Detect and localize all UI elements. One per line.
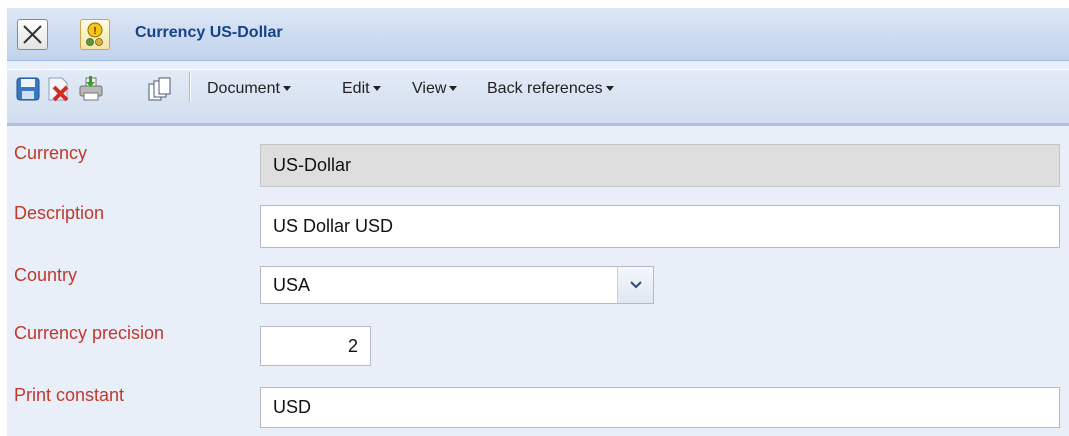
precision-field[interactable]: 2	[260, 326, 371, 366]
country-dropdown-trigger[interactable]	[617, 266, 654, 304]
country-value: USA	[273, 274, 311, 295]
print-constant-value: USD	[273, 397, 312, 417]
window-titlebar: ! Currency US-Dollar	[7, 8, 1069, 61]
save-icon	[16, 77, 40, 101]
print-constant-label: Print constant	[14, 385, 125, 405]
menu-document-label: Document	[207, 80, 280, 97]
precision-label: Currency precision	[14, 323, 165, 343]
copy-button[interactable]	[146, 76, 172, 102]
close-icon	[23, 25, 42, 44]
copy-icon	[148, 77, 171, 101]
save-button[interactable]	[15, 76, 41, 102]
chevron-down-icon	[605, 86, 614, 92]
country-label: Country	[14, 265, 78, 285]
chevron-down-icon	[282, 86, 291, 92]
menu-view-label: View	[412, 80, 447, 97]
window-title: Currency US-Dollar	[135, 24, 283, 41]
currency-app-icon: !	[80, 19, 110, 50]
description-field[interactable]: US Dollar USD	[260, 205, 1060, 248]
country-select[interactable]: USA	[260, 266, 618, 304]
menu-back-references-label: Back references	[487, 80, 603, 97]
currency-value: US-Dollar	[273, 155, 352, 175]
print-icon	[79, 76, 103, 101]
delete-icon	[48, 77, 69, 102]
svg-text:!: !	[93, 26, 96, 37]
menu-edit-label: Edit	[342, 80, 370, 97]
menu-document[interactable]: Document	[207, 80, 291, 98]
description-label: Description	[14, 203, 105, 223]
print-button[interactable]	[78, 76, 104, 102]
precision-value: 2	[347, 335, 358, 356]
currency-label: Currency	[14, 143, 88, 163]
currency-field: US-Dollar	[260, 144, 1060, 187]
menu-view[interactable]: View	[412, 80, 458, 98]
delete-button[interactable]	[45, 76, 71, 102]
chevron-down-icon	[449, 86, 458, 92]
close-button[interactable]	[17, 19, 48, 50]
chevron-down-icon	[629, 281, 642, 289]
chevron-down-icon	[372, 86, 381, 92]
print-constant-field[interactable]: USD	[260, 387, 1060, 428]
toolbar-separator	[189, 72, 191, 102]
description-value: US Dollar USD	[273, 216, 394, 236]
menu-edit[interactable]: Edit	[342, 80, 381, 98]
menu-back-references[interactable]: Back references	[487, 80, 614, 98]
